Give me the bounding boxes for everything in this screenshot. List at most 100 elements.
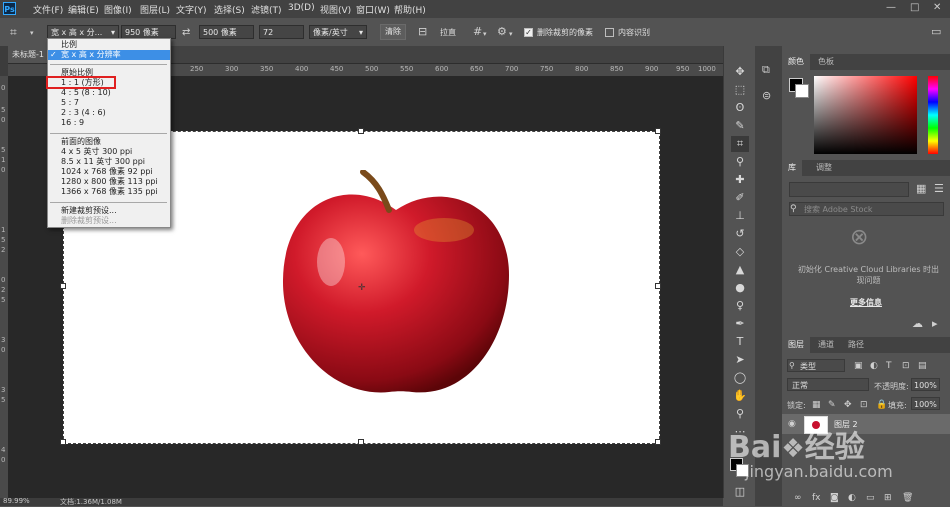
hand-tool-icon[interactable]: ✋: [731, 388, 749, 404]
blur-tool-icon[interactable]: ●: [731, 280, 749, 296]
crop-tool-icon[interactable]: ⌗: [731, 136, 749, 152]
crop-handle-right[interactable]: [655, 283, 661, 289]
crop-handle-bottom-left[interactable]: [60, 439, 66, 445]
swap-dimensions-icon[interactable]: ⇄: [182, 27, 190, 39]
new-layer-icon[interactable]: ⊞: [884, 492, 892, 504]
library-search-input[interactable]: 搜索 Adobe Stock: [789, 202, 944, 216]
menu-edit[interactable]: 编辑(E): [68, 3, 99, 16]
menu-help[interactable]: 帮助(H): [394, 3, 426, 16]
list-view-icon[interactable]: ☰: [934, 183, 944, 195]
tab-layers[interactable]: 图层: [782, 337, 810, 353]
lock-all-icon[interactable]: 🔒: [876, 399, 887, 411]
menu-3d[interactable]: 3D(D): [288, 3, 315, 13]
maximize-button[interactable]: □: [910, 2, 919, 13]
lock-position-icon[interactable]: ✥: [844, 399, 852, 411]
eyedropper-tool-icon[interactable]: ⚲: [731, 154, 749, 170]
new-group-icon[interactable]: ▭: [866, 492, 875, 504]
library-select[interactable]: [789, 182, 909, 197]
adjust-filter-icon[interactable]: ◐: [870, 360, 878, 372]
crop-height-input[interactable]: 500 像素: [199, 25, 254, 39]
crop-resolution-input[interactable]: 72: [259, 25, 304, 39]
resolution-unit-select[interactable]: 像素/英寸 ▾: [309, 25, 367, 39]
tab-swatches[interactable]: 色板: [812, 54, 840, 70]
trash-icon[interactable]: 🗑: [902, 492, 913, 504]
dodge-tool-icon[interactable]: ♀: [731, 298, 749, 314]
menu-window[interactable]: 窗口(W): [356, 3, 390, 16]
menu-item-1366x768[interactable]: 1366 x 768 像素 135 ppi: [48, 187, 170, 197]
workspace-icon[interactable]: ▭: [931, 26, 941, 38]
menu-select[interactable]: 选择(S): [214, 3, 245, 16]
minimize-button[interactable]: —: [886, 2, 896, 13]
path-select-icon[interactable]: ➤: [731, 352, 749, 368]
color-picker-field[interactable]: [814, 76, 917, 154]
menu-layer[interactable]: 图层(L): [140, 3, 170, 16]
quick-mask-icon[interactable]: ◫: [731, 484, 749, 500]
crop-preset-select[interactable]: 宽 x 高 x 分... ▾: [47, 25, 119, 39]
opacity-input[interactable]: 100%: [911, 378, 940, 391]
menu-type[interactable]: 文字(Y): [176, 3, 207, 16]
menu-item-ratio[interactable]: 比例: [48, 40, 170, 50]
crop-handle-left[interactable]: [60, 283, 66, 289]
quick-select-tool-icon[interactable]: ✎: [731, 118, 749, 134]
tab-color[interactable]: 颜色: [782, 54, 810, 70]
pixel-filter-icon[interactable]: ▣: [854, 360, 863, 372]
link-layers-icon[interactable]: ∞: [794, 492, 802, 504]
menu-item-4x5[interactable]: 4 x 5 英寸 300 ppi: [48, 147, 170, 157]
menu-filter[interactable]: 滤镜(T): [251, 3, 282, 16]
menu-file[interactable]: 文件(F): [33, 3, 63, 16]
document-tab[interactable]: 未标题-1 @: [8, 46, 52, 63]
layer-filter-select[interactable]: 类型: [787, 359, 845, 372]
lock-artboard-icon[interactable]: ⊡: [860, 399, 868, 411]
hue-slider[interactable]: [928, 76, 938, 154]
tab-adjust[interactable]: 调整: [810, 160, 838, 176]
menu-item-2-3[interactable]: 2 : 3 (4 : 6): [48, 108, 170, 118]
move-tool-icon[interactable]: ✥: [731, 64, 749, 80]
brush-tool-icon[interactable]: ✐: [731, 190, 749, 206]
menu-item-5-7[interactable]: 5 : 7: [48, 98, 170, 108]
crop-handle-top[interactable]: [358, 128, 364, 134]
menu-item-new-preset[interactable]: 新建裁剪预设...: [48, 206, 170, 216]
lasso-tool-icon[interactable]: ʘ: [731, 100, 749, 116]
fx-icon[interactable]: fx: [812, 492, 821, 504]
marquee-tool-icon[interactable]: ⬚: [731, 82, 749, 98]
shape-tool-icon[interactable]: ◯: [731, 370, 749, 386]
zoom-tool-icon[interactable]: ⚲: [731, 406, 749, 422]
crop-handle-bottom[interactable]: [358, 439, 364, 445]
grid-view-icon[interactable]: ▦: [916, 183, 926, 195]
crop-handle-bottom-right[interactable]: [655, 439, 661, 445]
history-panel-icon[interactable]: ⧉: [762, 64, 770, 76]
crop-handle-top-right[interactable]: [655, 128, 661, 134]
healing-tool-icon[interactable]: ✚: [731, 172, 749, 188]
tool-preset-chevron-icon[interactable]: ▾: [30, 27, 34, 39]
straighten-label[interactable]: 拉直: [440, 27, 456, 38]
crop-width-input[interactable]: 950 像素: [121, 25, 176, 39]
type-filter-icon[interactable]: T: [886, 360, 892, 372]
menu-view[interactable]: 视图(V): [320, 3, 351, 16]
lock-transparent-icon[interactable]: ▦: [812, 399, 821, 411]
menu-item-1280x800[interactable]: 1280 x 800 像素 113 ppi: [48, 177, 170, 187]
menu-item-1024x768[interactable]: 1024 x 768 像素 92 ppi: [48, 167, 170, 177]
paint-bucket-icon[interactable]: ▲: [731, 262, 749, 278]
gear-icon[interactable]: ⚙: [497, 26, 507, 38]
tab-paths[interactable]: 路径: [842, 337, 870, 353]
clear-button[interactable]: 清除: [380, 24, 406, 40]
lock-pixels-icon[interactable]: ✎: [828, 399, 836, 411]
cloud-sync-icon[interactable]: ☁: [912, 318, 923, 330]
menu-image[interactable]: 图像(I): [104, 3, 132, 16]
overlay-grid-icon[interactable]: #: [473, 26, 482, 38]
properties-panel-icon[interactable]: ⊜: [762, 90, 771, 102]
straighten-icon[interactable]: ⊟: [418, 26, 427, 38]
menu-item-whr[interactable]: ✓ 宽 x 高 x 分辨率: [48, 50, 170, 60]
more-info-link[interactable]: 更多信息: [850, 297, 882, 308]
tab-channels[interactable]: 通道: [812, 337, 840, 353]
pen-tool-icon[interactable]: ✒: [731, 316, 749, 332]
tab-library[interactable]: 库: [782, 160, 802, 176]
shape-filter-icon[interactable]: ⊡: [902, 360, 910, 372]
delete-cropped-checkbox[interactable]: ✓: [524, 28, 533, 37]
menu-item-8-5x11[interactable]: 8.5 x 11 英寸 300 ppi: [48, 157, 170, 167]
type-tool-icon[interactable]: T: [731, 334, 749, 350]
library-options-icon[interactable]: ▸: [932, 318, 938, 330]
content-aware-checkbox[interactable]: [605, 28, 614, 37]
menu-item-16-9[interactable]: 16 : 9: [48, 118, 170, 128]
add-mask-icon[interactable]: ◙: [830, 492, 839, 504]
